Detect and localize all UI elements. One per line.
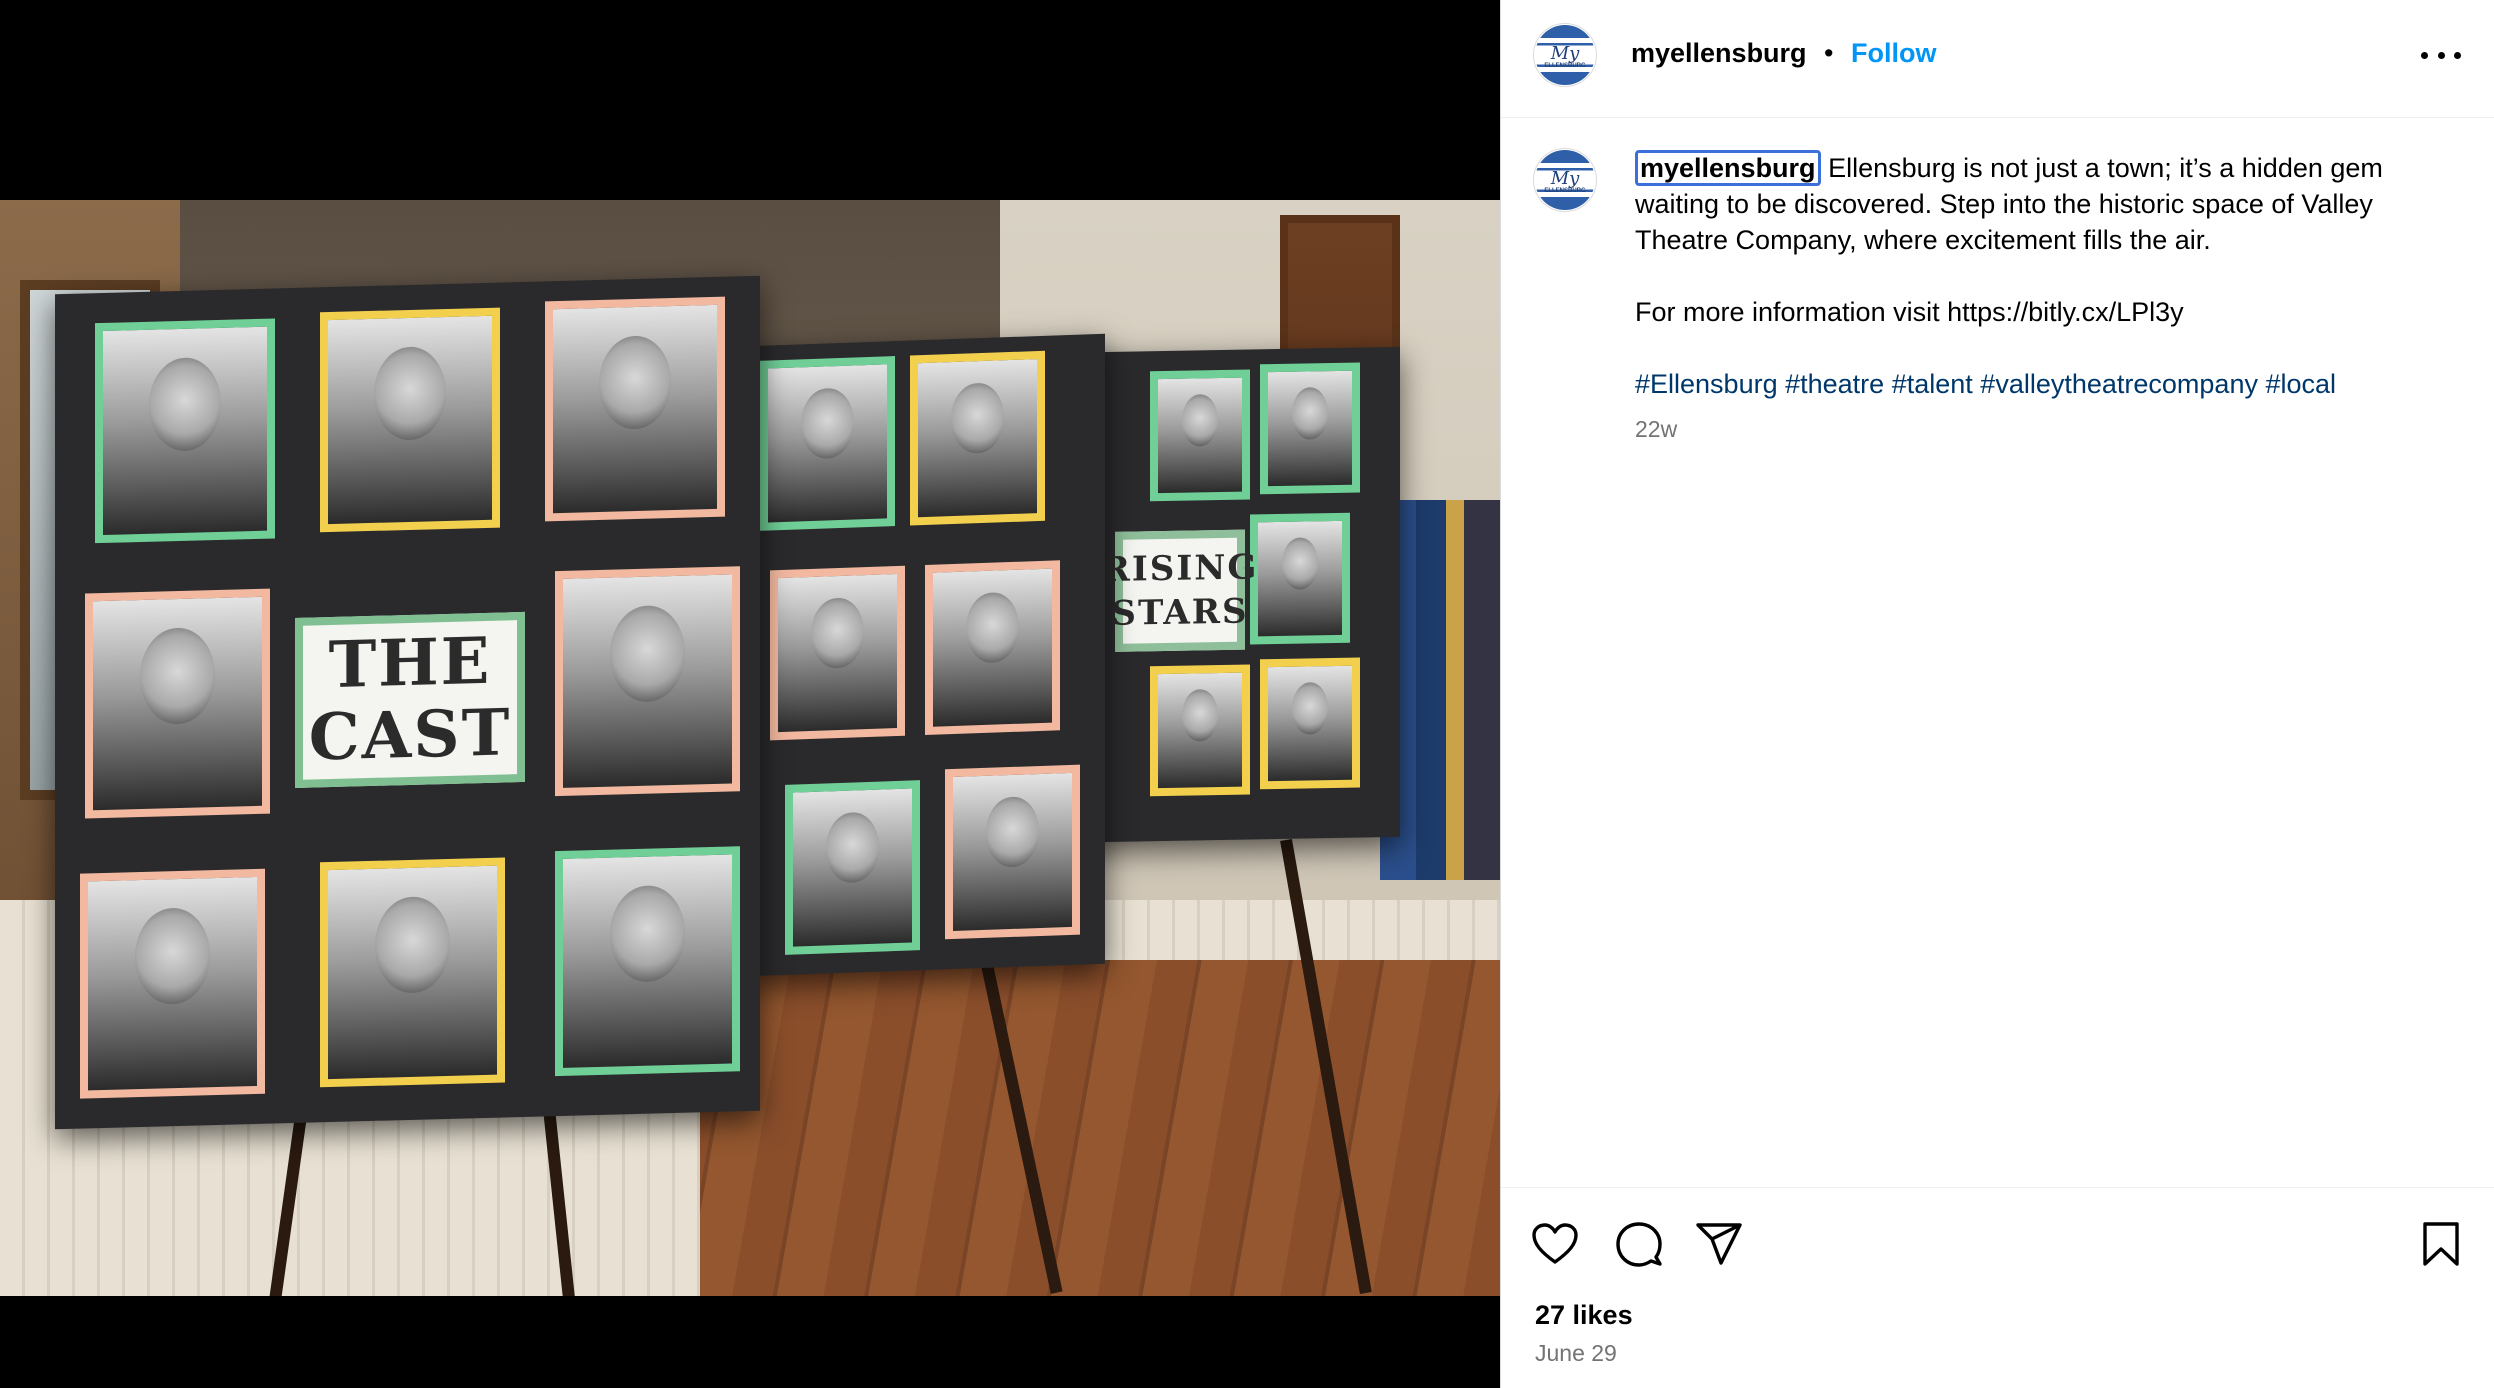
caption-avatar[interactable]: My ELLENSBURG xyxy=(1533,148,1597,212)
follow-button[interactable]: Follow xyxy=(1851,38,1936,69)
avatar-logo-text: ELLENSBURG xyxy=(1544,63,1586,69)
sign-text: RISING xyxy=(1101,547,1259,591)
avatar[interactable]: My ELLENSBURG xyxy=(1533,23,1597,87)
middle-cast-board xyxy=(745,333,1105,977)
comment-icon xyxy=(1616,1222,1662,1267)
hashtag-link[interactable]: #theatre xyxy=(1785,369,1884,399)
hashtag-link[interactable]: #valleytheatrecompany xyxy=(1980,369,2258,399)
caption-section: My ELLENSBURG myellensburg Ellensburg is… xyxy=(1501,118,2494,1188)
likes-count[interactable]: 27 likes xyxy=(1535,1300,1633,1331)
the-cast-board: THE CAST xyxy=(55,275,760,1130)
post-side-panel: My ELLENSBURG myellensburg • Follow My E… xyxy=(1500,0,2494,1388)
heart-icon xyxy=(1532,1223,1578,1264)
caption-username[interactable]: myellensburg xyxy=(1635,150,1821,186)
more-options-button[interactable] xyxy=(2421,40,2461,70)
author-username[interactable]: myellensburg xyxy=(1631,38,1807,69)
comment-button[interactable] xyxy=(1613,1218,1665,1270)
avatar-logo-script: My xyxy=(1550,168,1580,189)
avatar-logo-script: My xyxy=(1550,43,1580,64)
post-date[interactable]: June 29 xyxy=(1535,1340,1617,1367)
hashtag-link[interactable]: #talent xyxy=(1892,369,1973,399)
sign-text: THE xyxy=(328,623,492,704)
caption-text: myellensburg Ellensburg is not just a to… xyxy=(1635,150,2455,402)
share-button[interactable] xyxy=(1693,1218,1745,1270)
send-icon xyxy=(1696,1223,1742,1265)
hashtag-link[interactable]: #Ellensburg xyxy=(1635,369,1778,399)
avatar-logo-text: ELLENSBURG xyxy=(1544,188,1586,194)
more-horizontal-icon xyxy=(2421,51,2461,59)
post-header: My ELLENSBURG myellensburg • Follow xyxy=(1501,0,2494,118)
caption-time-ago[interactable]: 22w xyxy=(1635,416,1677,443)
rising-stars-sign: RISING STARS xyxy=(1102,529,1258,652)
bookmark-icon xyxy=(2423,1222,2459,1266)
save-button[interactable] xyxy=(2415,1218,2467,1270)
caption-info: For more information visit https://bitly… xyxy=(1635,297,2184,327)
post-actions-bar: 27 likes June 29 xyxy=(1501,1187,2494,1388)
sign-text: STARS xyxy=(1111,591,1249,634)
avatar-logo: My ELLENSBURG xyxy=(1535,25,1595,85)
separator-dot: • xyxy=(1824,38,1834,68)
post-media[interactable]: RISING STARS THE CAST xyxy=(0,0,1500,1388)
hashtag-link[interactable]: #local xyxy=(2265,369,2336,399)
sign-text: CAST xyxy=(308,695,512,776)
photo-floor xyxy=(700,960,1500,1296)
post-photo[interactable]: RISING STARS THE CAST xyxy=(0,200,1500,1296)
avatar-logo: My ELLENSBURG xyxy=(1535,150,1595,210)
hashtags: #Ellensburg #theatre #talent #valleythea… xyxy=(1635,366,2455,402)
like-button[interactable] xyxy=(1529,1218,1581,1270)
the-cast-sign: THE CAST xyxy=(295,611,525,788)
